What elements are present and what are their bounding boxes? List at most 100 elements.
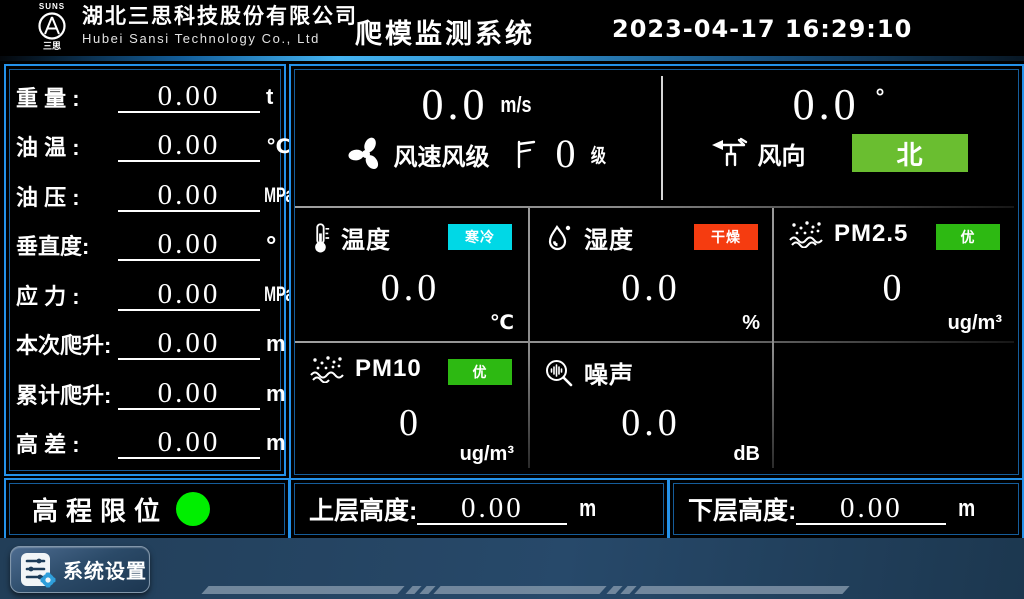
metric-value: 0.00: [118, 427, 260, 459]
company-name-block: 湖北三思科技股份有限公司 Hubei Sansi Technology Co.,…: [82, 4, 358, 48]
noise-magnifier-icon: [544, 358, 574, 388]
metric-value: 0.00: [118, 180, 260, 212]
wind-direction-value-line: 0.0 °: [793, 82, 885, 128]
wind-direction-info-line: 风向 北: [710, 134, 968, 172]
metric-row-oil-temp: 油 温 : 0.00 ℃: [10, 123, 280, 169]
noise-label: 噪声: [584, 355, 634, 390]
wind-level-unit: 级: [591, 141, 606, 168]
footer-decor-stripe: [634, 586, 849, 594]
metric-unit: ℃: [260, 134, 290, 159]
pm25-label: PM2.5: [834, 220, 908, 248]
header-bar: SUNS 三思 湖北三思科技股份有限公司 Hubei Sansi Technol…: [0, 0, 1024, 56]
page-title: 爬模监测系统: [355, 12, 535, 51]
humidity-status-badge: 干燥: [694, 224, 758, 250]
pm10-label: PM10: [355, 355, 422, 383]
wind-speed-value: 0.0: [422, 82, 489, 128]
wind-direction-value: 0.0: [793, 82, 860, 128]
upper-height-label: 上层高度:: [309, 491, 417, 527]
metric-unit: °: [260, 230, 280, 261]
temperature-label: 温度: [341, 220, 391, 255]
noise-unit: dB: [733, 443, 760, 466]
upper-height-unit: m: [579, 495, 596, 523]
humidity-unit: %: [742, 312, 760, 335]
metric-unit: m: [260, 331, 286, 357]
wind-direction-badge: 北: [852, 134, 968, 172]
header-divider: [0, 56, 1024, 61]
humidity-header: 湿度: [544, 220, 634, 255]
settings-button-label: 系统设置: [63, 555, 147, 584]
wind-barb-icon: [515, 139, 537, 169]
metric-row-oil-pressure: 油 压 : 0.00 MPa: [10, 173, 280, 219]
metric-value: 0.00: [118, 229, 260, 261]
elevation-limit-box: 高程限位: [4, 478, 290, 540]
metric-label: 本次爬升:: [10, 328, 118, 360]
wind-level-value: 0: [555, 134, 575, 174]
environment-panel: 0.0 m/s 风速风级: [289, 64, 1024, 480]
sliders-gear-icon: [19, 550, 57, 590]
company-name-en: Hubei Sansi Technology Co., Ltd: [82, 30, 358, 48]
metric-unit: m: [260, 430, 286, 456]
pm10-value: 0: [295, 401, 526, 445]
metric-label: 高 差 :: [10, 427, 118, 459]
humidity-cell: 湿度 干燥 0.0 %: [530, 208, 772, 339]
lower-height-box: 下层高度: 0.00 m: [668, 478, 1024, 540]
footer-decor-stripe: [201, 586, 404, 594]
fan-icon: [347, 135, 385, 173]
pm10-header: PM10: [309, 355, 422, 383]
noise-value: 0.0: [530, 401, 772, 445]
metric-row-height-diff: 高 差 : 0.00 m: [10, 420, 280, 466]
pm25-unit: ug/m³: [948, 312, 1002, 335]
pm10-unit: ug/m³: [460, 443, 514, 466]
metric-unit: m: [260, 381, 286, 407]
metric-label: 油 温 :: [10, 130, 118, 162]
metric-row-verticality: 垂直度: 0.00 °: [10, 222, 280, 268]
metric-row-current-climb: 本次爬升: 0.00 m: [10, 321, 280, 367]
noise-cell: 噪声 0.0 dB: [530, 343, 772, 470]
logo-text-top: SUNS: [39, 2, 65, 11]
pm25-cell: PM2.5 优 0 ug/m³: [774, 208, 1014, 339]
system-settings-button[interactable]: 系统设置: [10, 546, 150, 593]
pm25-value: 0: [774, 266, 1014, 310]
wind-direction-unit: °: [876, 84, 885, 110]
dust-icon: [309, 355, 345, 383]
climbing-formwork-monitor-screen: SUNS 三思 湖北三思科技股份有限公司 Hubei Sansi Technol…: [0, 0, 1024, 599]
temperature-unit: ℃: [490, 310, 514, 335]
noise-header: 噪声: [544, 355, 634, 390]
metric-label: 应 力 :: [10, 279, 118, 311]
wind-direction-label: 风向: [758, 136, 806, 171]
metric-row-total-climb: 累计爬升: 0.00 m: [10, 371, 280, 417]
humidity-label: 湿度: [584, 220, 634, 255]
pm10-status-badge: 优: [448, 359, 512, 385]
wind-direction-section: 0.0 ° 风向 北: [663, 70, 1014, 204]
metrics-sidebar: 重 量 : 0.00 t 油 温 : 0.00 ℃ 油 压 : 0.00 MPa…: [4, 64, 286, 476]
footer-decor-stripe: [433, 586, 606, 594]
metric-value: 0.00: [118, 378, 260, 410]
thermometer-icon: [309, 222, 331, 254]
logo-circle-a-icon: [37, 11, 67, 41]
temperature-header: 温度: [309, 220, 391, 255]
wind-speed-value-line: 0.0 m/s: [422, 82, 535, 128]
pm25-header: PM2.5: [788, 220, 908, 248]
metric-value: 0.00: [118, 81, 260, 113]
upper-height-box: 上层高度: 0.00 m: [289, 478, 669, 540]
metric-value: 0.00: [118, 130, 260, 162]
lower-height-value: 0.00: [796, 493, 946, 525]
wind-speed-unit: m/s: [500, 92, 531, 118]
metric-label: 重 量 :: [10, 81, 118, 113]
metric-label: 油 压 :: [10, 180, 118, 212]
lower-height-unit: m: [958, 495, 975, 523]
wind-speed-section: 0.0 m/s 风速风级: [295, 70, 661, 204]
elevation-limit-indicator: [176, 492, 210, 526]
company-name-cn: 湖北三思科技股份有限公司: [82, 4, 358, 30]
temperature-cell: 温度 寒冷 0.0 ℃: [295, 208, 526, 339]
pm25-status-badge: 优: [936, 224, 1000, 250]
dust-icon: [788, 220, 824, 248]
metric-value: 0.00: [118, 279, 260, 311]
elevation-limit-label: 高程限位: [32, 491, 168, 528]
metric-label: 垂直度:: [10, 229, 118, 261]
metric-value: 0.00: [118, 328, 260, 360]
droplet-icon: [544, 223, 574, 253]
wind-vane-icon: [710, 137, 750, 169]
metric-row-stress: 应 力 : 0.00 MPa: [10, 272, 280, 318]
wind-speed-info-line: 风速风级 0 级: [347, 134, 608, 174]
